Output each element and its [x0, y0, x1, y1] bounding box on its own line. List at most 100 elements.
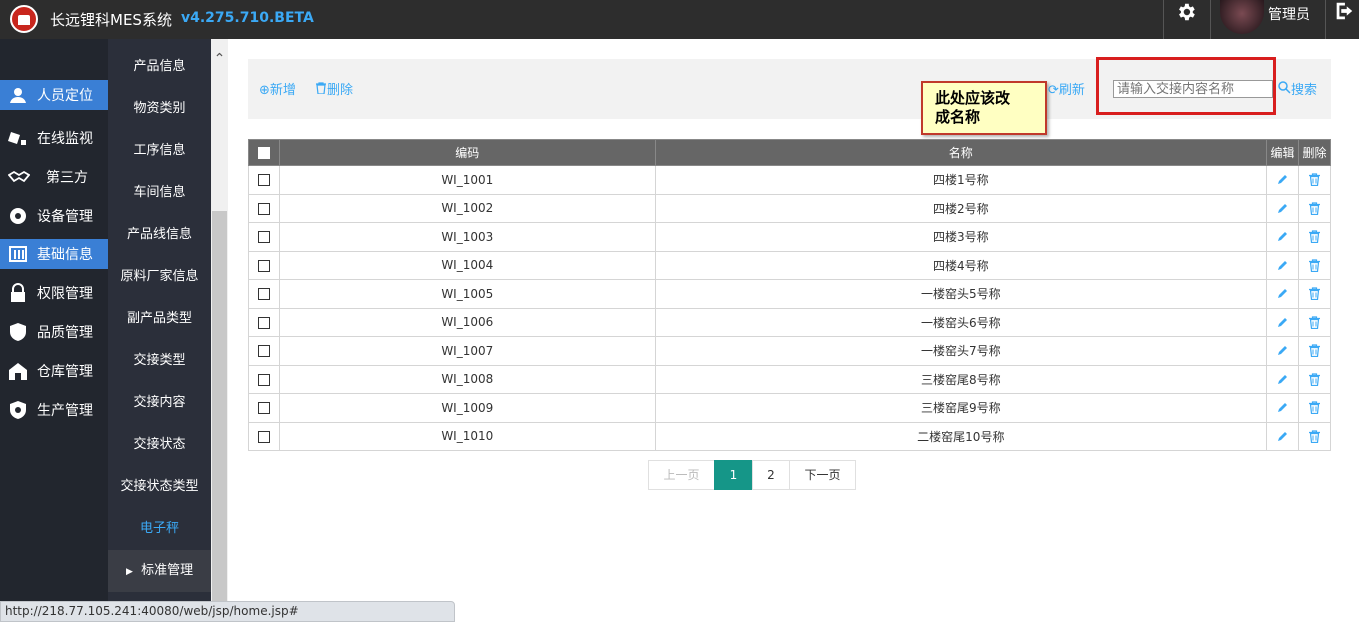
page-button-1[interactable]: 1 [714, 460, 753, 490]
pencil-icon[interactable] [1275, 259, 1289, 273]
edit-cell[interactable] [1266, 279, 1299, 309]
nav-item-online-monitor[interactable]: 在线监视 [0, 123, 108, 153]
delete-cell[interactable] [1297, 193, 1332, 223]
trash-icon[interactable] [1307, 258, 1321, 273]
user-name[interactable]: 管理员 [1268, 4, 1310, 24]
row-select-cell[interactable] [248, 421, 280, 451]
row-checkbox[interactable] [257, 402, 270, 415]
pencil-icon[interactable] [1275, 230, 1289, 244]
delete-button[interactable]: 删除 [315, 79, 353, 98]
page-button-2[interactable]: 2 [752, 460, 790, 490]
subnav-item-handover-type[interactable]: 交接类型 [108, 340, 211, 382]
row-select-cell[interactable] [248, 250, 280, 280]
trash-icon[interactable] [1307, 429, 1321, 444]
delete-cell[interactable] [1297, 165, 1332, 195]
edit-cell[interactable] [1266, 364, 1299, 394]
trash-icon[interactable] [1307, 372, 1321, 387]
edit-cell[interactable] [1266, 307, 1299, 337]
edit-cell[interactable] [1266, 393, 1299, 423]
row-select-cell[interactable] [248, 364, 280, 394]
chevron-up-icon[interactable]: ⌃ [211, 51, 228, 67]
trash-icon[interactable] [1307, 344, 1321, 358]
subnav-item-electronic-scale[interactable]: 电子秤 [108, 508, 211, 550]
edit-cell[interactable] [1266, 193, 1299, 223]
nav-item-permissions[interactable]: 权限管理 [0, 278, 108, 308]
subnav-item-supplier-info[interactable]: 原料厂家信息 [108, 256, 211, 298]
next-page-button[interactable]: 下一页 [789, 460, 856, 490]
delete-cell[interactable] [1297, 307, 1332, 337]
delete-cell[interactable] [1297, 222, 1332, 252]
trash-icon[interactable] [1307, 401, 1321, 415]
nav-item-basic-info[interactable]: 基础信息 [0, 239, 108, 269]
trash-icon[interactable] [1307, 173, 1321, 187]
edit-cell[interactable] [1266, 336, 1299, 366]
select-all-checkbox[interactable] [257, 147, 270, 159]
avatar[interactable] [1220, 0, 1264, 34]
delete-cell[interactable] [1297, 393, 1332, 423]
subnav-item-material-category[interactable]: 物资类别 [108, 88, 211, 130]
row-checkbox[interactable] [257, 345, 270, 358]
pencil-icon[interactable] [1275, 316, 1289, 330]
trash-icon[interactable] [1307, 315, 1321, 330]
row-select-cell[interactable] [248, 307, 280, 337]
delete-cell[interactable] [1297, 250, 1332, 280]
search-button[interactable]: 搜索 [1278, 79, 1317, 98]
nav-item-device-management[interactable]: 设备管理 [0, 201, 108, 231]
row-select-cell[interactable] [248, 279, 280, 309]
pencil-icon[interactable] [1275, 430, 1289, 444]
delete-cell[interactable] [1297, 421, 1332, 451]
edit-cell[interactable] [1266, 421, 1299, 451]
subnav-item-handover-status-type[interactable]: 交接状态类型 [108, 466, 211, 508]
prev-page-button[interactable]: 上一页 [648, 460, 715, 490]
row-checkbox[interactable] [257, 259, 270, 272]
subnav-item-handover-status[interactable]: 交接状态 [108, 424, 211, 466]
row-select-cell[interactable] [248, 165, 280, 195]
delete-cell[interactable] [1297, 364, 1332, 394]
pencil-icon[interactable] [1275, 344, 1289, 358]
add-button[interactable]: ⊕新增 [259, 79, 296, 98]
pencil-icon[interactable] [1275, 287, 1289, 301]
edit-cell[interactable] [1266, 222, 1299, 252]
nav-item-personnel-location[interactable]: 人员定位 [0, 80, 108, 110]
edit-cell[interactable] [1266, 165, 1299, 195]
subnav-group-standard-management[interactable]: ▶ 标准管理 [108, 550, 211, 592]
pencil-icon[interactable] [1275, 202, 1289, 216]
subnav-item-product-info[interactable]: 产品信息 [108, 46, 211, 88]
subnav-item-workshop-info[interactable]: 车间信息 [108, 172, 211, 214]
delete-cell[interactable] [1297, 336, 1332, 366]
row-select-cell[interactable] [248, 393, 280, 423]
trash-icon[interactable] [1307, 201, 1321, 216]
row-checkbox[interactable] [257, 316, 270, 329]
pencil-icon[interactable] [1275, 373, 1289, 387]
row-select-cell[interactable] [248, 336, 280, 366]
refresh-button[interactable]: ⟳刷新 [1048, 79, 1085, 98]
nav-item-quality[interactable]: 品质管理 [0, 317, 108, 347]
edit-cell[interactable] [1266, 250, 1299, 280]
row-checkbox[interactable] [257, 231, 270, 244]
subnav-item-process-info[interactable]: 工序信息 [108, 130, 211, 172]
trash-icon[interactable] [1307, 230, 1321, 244]
pencil-icon[interactable] [1275, 173, 1289, 187]
pencil-icon[interactable] [1275, 401, 1289, 415]
select-all-cell[interactable] [248, 139, 280, 166]
row-select-cell[interactable] [248, 222, 280, 252]
row-checkbox[interactable] [257, 430, 270, 443]
row-select-cell[interactable] [248, 193, 280, 223]
subnav-item-handover-content[interactable]: 交接内容 [108, 382, 211, 424]
nav-item-production[interactable]: 生产管理 [0, 395, 108, 425]
scrollbar-thumb[interactable] [212, 211, 227, 622]
delete-cell[interactable] [1297, 279, 1332, 309]
search-input[interactable] [1113, 80, 1273, 98]
gear-icon[interactable] [1175, 1, 1199, 25]
nav-item-warehouse[interactable]: 仓库管理 [0, 356, 108, 386]
row-checkbox[interactable] [257, 373, 270, 386]
row-checkbox[interactable] [257, 202, 270, 215]
row-checkbox[interactable] [257, 288, 270, 301]
sidebar-scrollbar[interactable]: ⌃ [211, 39, 228, 622]
row-checkbox[interactable] [257, 174, 270, 187]
nav-item-third-party[interactable]: 第三方 [0, 162, 108, 192]
trash-icon[interactable] [1307, 287, 1321, 301]
subnav-item-byproduct-type[interactable]: 副产品类型 [108, 298, 211, 340]
logout-icon[interactable] [1333, 0, 1355, 22]
subnav-item-product-line-info[interactable]: 产品线信息 [108, 214, 211, 256]
